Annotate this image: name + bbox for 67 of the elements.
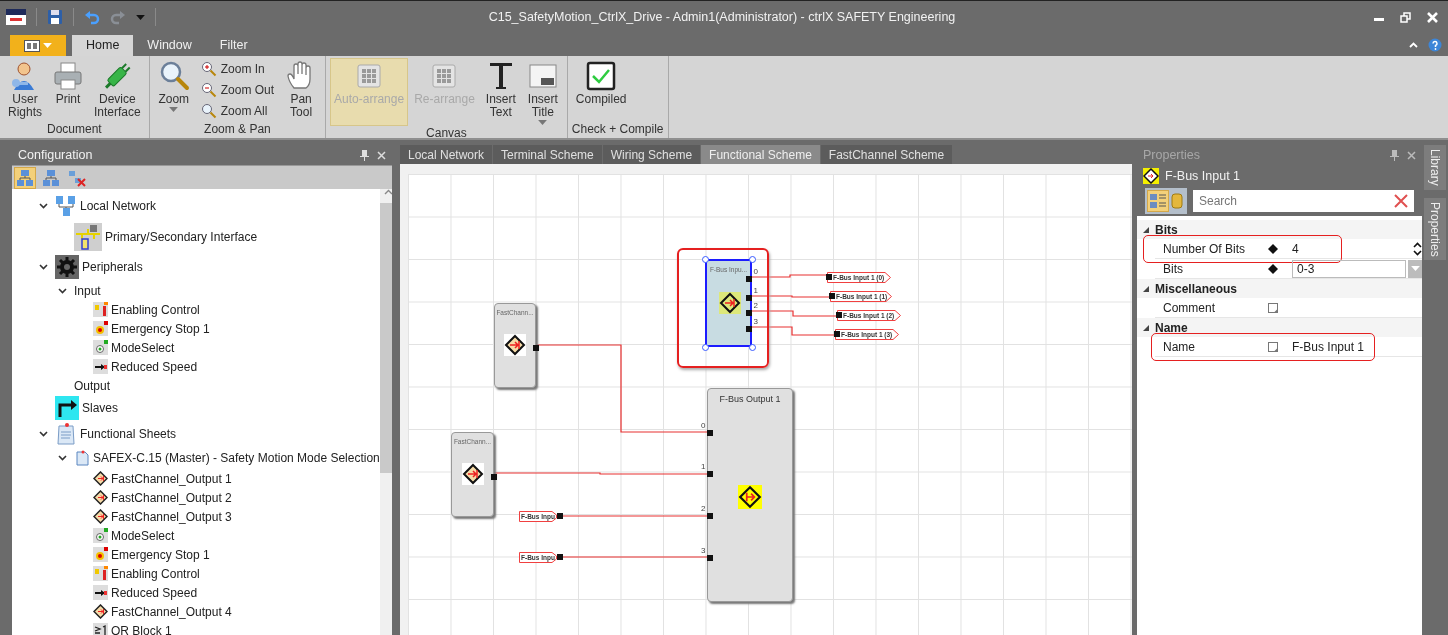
ribbon-button[interactable]: Zoom (153, 58, 194, 122)
search-field[interactable]: Search (1193, 190, 1388, 212)
port-number: 2 (701, 505, 706, 513)
tree-item-label[interactable]: FastChannel_Output 4 (111, 604, 232, 619)
panel-title: Properties (1143, 148, 1201, 162)
tree-item-label[interactable]: FastChannel_Output 2 (111, 490, 232, 505)
tree-item-label[interactable]: Local Network (80, 199, 157, 213)
editor-tab[interactable]: Terminal Scheme (493, 145, 602, 164)
port-number: 3 (753, 318, 758, 326)
group-label: Canvas (425, 126, 468, 142)
object-name: F-Bus Input 1 (1165, 168, 1241, 183)
dropdown-field[interactable]: 0-3 (1292, 259, 1406, 278)
tree-item-label[interactable]: Emergency Stop 1 (111, 547, 210, 562)
ribbon-button[interactable]: Insert Title (522, 58, 563, 126)
tree-item-label[interactable]: OR Block 1 (111, 623, 172, 635)
tree-item-label[interactable]: Emergency Stop 1 (111, 321, 210, 336)
port-number: 2 (753, 302, 758, 310)
ribbon-button[interactable]: Pan Tool (281, 58, 322, 122)
side-tab[interactable]: Properties (1424, 197, 1446, 261)
category-label: Miscellaneous (1155, 281, 1238, 296)
property-name: Name (1155, 337, 1268, 357)
window-title: C15_SafetyMotion_CtrlX_Drive - Admin1(Administrator) - ctrlX SAFETY Engineering (487, 10, 957, 24)
editor-tab[interactable]: Wiring Scheme (602, 145, 701, 164)
tree-item-label[interactable]: Slaves (82, 401, 119, 415)
tree-item-label[interactable]: FastChannel_Output 1 (111, 471, 232, 486)
tree-item-label[interactable]: Peripherals (82, 260, 143, 274)
tree-item-label[interactable]: Input (74, 283, 101, 298)
tree-item-label[interactable]: Enabling Control (111, 566, 200, 581)
side-tab[interactable]: Library (1424, 145, 1446, 190)
panel-title: Configuration (18, 148, 94, 162)
ribbon-button[interactable]: Compiled (571, 58, 631, 122)
tree-item-label[interactable]: Output (74, 378, 111, 393)
ribbon-tab[interactable]: Window (133, 35, 206, 56)
tree-item-label[interactable]: FastChannel_Output 3 (111, 509, 232, 524)
port-number: 1 (753, 287, 758, 295)
ribbon-button[interactable]: Device Interface (90, 58, 145, 122)
port-number: 3 (701, 547, 706, 555)
ribbon-button[interactable]: Print (48, 58, 88, 122)
port-number: 1 (701, 463, 706, 471)
tree-item-label[interactable]: ModeSelect (111, 340, 175, 355)
property-name: Number Of Bits (1155, 239, 1268, 259)
ribbon-button[interactable]: Insert Text (480, 58, 521, 126)
ribbon-tab[interactable]: Home (72, 35, 134, 56)
tree-item-label[interactable]: Functional Sheets (80, 427, 177, 441)
tree-item-label[interactable]: Reduced Speed (111, 359, 198, 374)
tree-item-label[interactable]: ModeSelect (111, 528, 175, 543)
category-label: Name (1155, 320, 1188, 335)
group-label: Zoom & Pan (203, 122, 272, 138)
ribbon-button[interactable]: Zoom All (197, 101, 278, 122)
ribbon-button[interactable]: User Rights (4, 58, 46, 122)
property-value[interactable]: 4 (1292, 241, 1411, 256)
ribbon-button[interactable]: Zoom Out (197, 80, 278, 100)
ribbon-button[interactable]: Zoom In (197, 58, 278, 79)
block-title: F-Bus Output 1 (718, 394, 782, 404)
editor-tab[interactable]: Local Network (400, 145, 493, 164)
tree-item-label[interactable]: Reduced Speed (111, 585, 198, 600)
editor-tab[interactable]: FastChannel Scheme (820, 145, 953, 164)
property-value[interactable]: F-Bus Input 1 (1292, 339, 1422, 354)
port-number: 0 (701, 422, 706, 430)
group-label: Check + Compile (571, 122, 664, 138)
category-label: Bits (1155, 222, 1178, 237)
tree-item-label[interactable]: SAFEX-C.15 (Master) - Safety Motion Mode Selection (93, 451, 380, 465)
ribbon-tab[interactable]: Filter (205, 35, 262, 56)
port-number: 0 (753, 268, 758, 276)
tree-item-label[interactable]: Enabling Control (111, 302, 200, 317)
tree-item-label[interactable]: Primary/Secondary Interface (105, 230, 258, 244)
group-label: Document (46, 122, 103, 138)
